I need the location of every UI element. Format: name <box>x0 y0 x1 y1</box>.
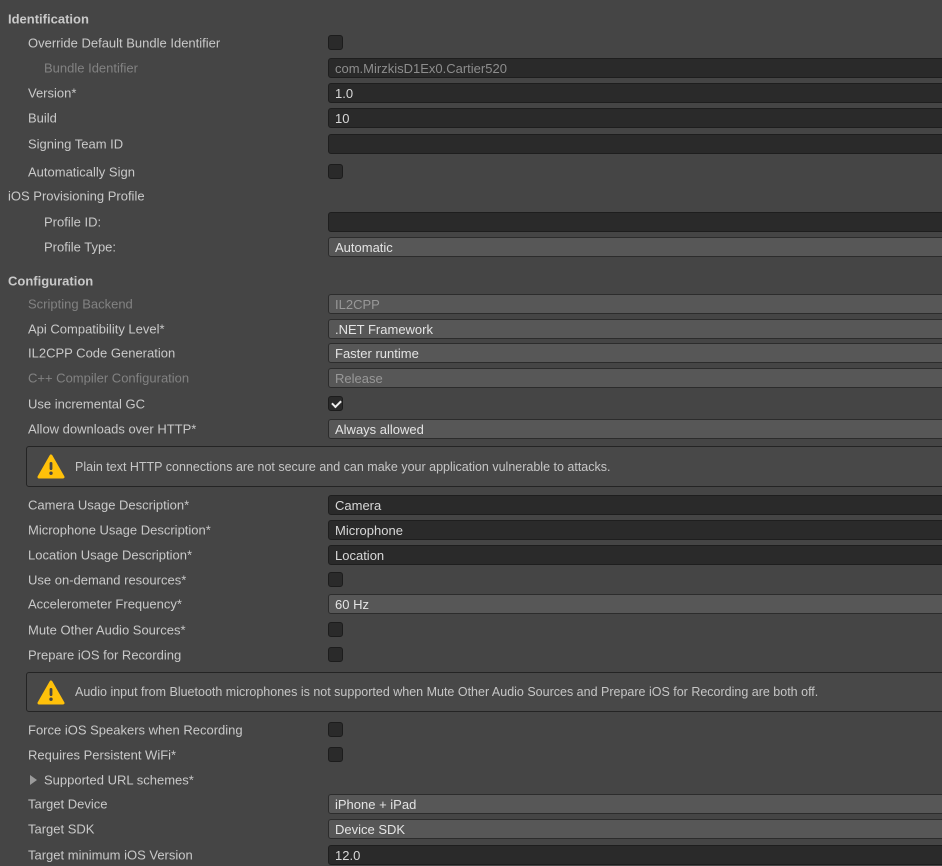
http-warning-box: Plain text HTTP connections are not secu… <box>26 446 942 487</box>
ios-player-settings-panel: Identification Override Default Bundle I… <box>0 0 942 866</box>
warning-triangle-icon <box>37 454 65 479</box>
api-compatibility-level-label: Api Compatibility Level* <box>28 322 165 337</box>
target-sdk-label: Target SDK <box>28 822 94 837</box>
use-incremental-gc-label: Use incremental GC <box>28 397 145 412</box>
profile-id-field[interactable] <box>328 212 942 232</box>
supported-url-schemes-label: Supported URL schemes* <box>44 773 194 788</box>
profile-type-dropdown[interactable]: Automatic <box>328 237 942 257</box>
row-allow-downloads-over-http: Allow downloads over HTTP* Always allowe… <box>0 419 942 439</box>
requires-persistent-wifi-label: Requires Persistent WiFi* <box>28 748 176 763</box>
override-default-bundle-identifier-checkbox[interactable] <box>328 35 343 50</box>
allow-downloads-over-http-label: Allow downloads over HTTP* <box>28 422 196 437</box>
version-label: Version* <box>28 86 76 101</box>
target-minimum-ios-version-label: Target minimum iOS Version <box>28 848 193 863</box>
row-signing-team-id: Signing Team ID <box>0 134 942 154</box>
row-profile-type: Profile Type: Automatic <box>0 237 942 257</box>
row-target-minimum-ios-version: Target minimum iOS Version 12.0 <box>0 845 942 865</box>
row-profile-id: Profile ID: <box>0 212 942 232</box>
build-label: Build <box>28 111 57 126</box>
row-target-sdk: Target SDK Device SDK <box>0 819 942 839</box>
il2cpp-code-generation-dropdown[interactable]: Faster runtime <box>328 343 942 363</box>
automatically-sign-label: Automatically Sign <box>28 165 135 180</box>
row-build: Build 10 <box>0 108 942 128</box>
row-ios-provisioning-profile: iOS Provisioning Profile <box>0 186 942 206</box>
use-on-demand-resources-checkbox[interactable] <box>328 572 343 587</box>
api-compatibility-level-dropdown[interactable]: .NET Framework <box>328 319 942 339</box>
row-mute-other-audio-sources: Mute Other Audio Sources* <box>0 620 942 640</box>
cpp-compiler-configuration-dropdown: Release <box>328 368 942 388</box>
accelerometer-frequency-dropdown[interactable]: 60 Hz <box>328 594 942 614</box>
il2cpp-code-generation-label: IL2CPP Code Generation <box>28 346 175 361</box>
profile-id-label: Profile ID: <box>44 215 101 230</box>
mute-other-audio-sources-checkbox[interactable] <box>328 622 343 637</box>
force-ios-speakers-when-recording-label: Force iOS Speakers when Recording <box>28 723 243 738</box>
row-bundle-identifier: Bundle Identifier com.MirzkisD1Ex0.Carti… <box>0 58 942 78</box>
bluetooth-audio-warning-text: Audio input from Bluetooth microphones i… <box>75 685 818 699</box>
row-accelerometer-frequency: Accelerometer Frequency* 60 Hz <box>0 594 942 614</box>
foldout-arrow-icon[interactable] <box>30 775 37 785</box>
target-sdk-dropdown[interactable]: Device SDK <box>328 819 942 839</box>
section-configuration: Configuration <box>0 271 942 291</box>
row-requires-persistent-wifi: Requires Persistent WiFi* <box>0 745 942 765</box>
scripting-backend-dropdown: IL2CPP <box>328 294 942 314</box>
microphone-usage-description-field[interactable]: Microphone <box>328 520 942 540</box>
microphone-usage-description-label: Microphone Usage Description* <box>28 523 211 538</box>
accelerometer-frequency-label: Accelerometer Frequency* <box>28 597 182 612</box>
row-automatically-sign: Automatically Sign <box>0 162 942 182</box>
allow-downloads-over-http-dropdown[interactable]: Always allowed <box>328 419 942 439</box>
bundle-identifier-field: com.MirzkisD1Ex0.Cartier520 <box>328 58 942 78</box>
profile-type-label: Profile Type: <box>44 240 116 255</box>
camera-usage-description-field[interactable]: Camera <box>328 495 942 515</box>
target-minimum-ios-version-field[interactable]: 12.0 <box>328 845 942 865</box>
target-device-dropdown[interactable]: iPhone + iPad <box>328 794 942 814</box>
signing-team-id-field[interactable] <box>328 134 942 154</box>
row-location-usage-description: Location Usage Description* Location <box>0 545 942 565</box>
version-field[interactable]: 1.0 <box>328 83 942 103</box>
force-ios-speakers-when-recording-checkbox[interactable] <box>328 722 343 737</box>
row-camera-usage-description: Camera Usage Description* Camera <box>0 495 942 515</box>
row-scripting-backend: Scripting Backend IL2CPP <box>0 294 942 314</box>
row-prepare-ios-for-recording: Prepare iOS for Recording <box>0 645 942 665</box>
location-usage-description-field[interactable]: Location <box>328 545 942 565</box>
target-device-label: Target Device <box>28 797 107 812</box>
warning-triangle-icon <box>37 680 65 705</box>
ios-provisioning-profile-label: iOS Provisioning Profile <box>8 189 145 204</box>
use-incremental-gc-checkbox[interactable] <box>328 396 343 411</box>
prepare-ios-for-recording-checkbox[interactable] <box>328 647 343 662</box>
use-on-demand-resources-label: Use on-demand resources* <box>28 573 186 588</box>
override-default-bundle-identifier-label: Override Default Bundle Identifier <box>28 36 220 51</box>
section-identification: Identification <box>0 9 942 29</box>
build-field[interactable]: 10 <box>328 108 942 128</box>
prepare-ios-for-recording-label: Prepare iOS for Recording <box>28 648 181 663</box>
row-supported-url-schemes[interactable]: Supported URL schemes* <box>0 770 942 790</box>
http-warning-text: Plain text HTTP connections are not secu… <box>75 460 610 474</box>
camera-usage-description-label: Camera Usage Description* <box>28 498 189 513</box>
row-force-ios-speakers-when-recording: Force iOS Speakers when Recording <box>0 720 942 740</box>
scripting-backend-label: Scripting Backend <box>28 297 133 312</box>
bluetooth-audio-warning-box: Audio input from Bluetooth microphones i… <box>26 672 942 712</box>
row-version: Version* 1.0 <box>0 83 942 103</box>
signing-team-id-label: Signing Team ID <box>28 137 123 152</box>
row-use-incremental-gc: Use incremental GC <box>0 394 942 414</box>
row-use-on-demand-resources: Use on-demand resources* <box>0 570 942 590</box>
row-target-device: Target Device iPhone + iPad <box>0 794 942 814</box>
location-usage-description-label: Location Usage Description* <box>28 548 192 563</box>
row-microphone-usage-description: Microphone Usage Description* Microphone <box>0 520 942 540</box>
row-override-default-bundle-identifier: Override Default Bundle Identifier <box>0 33 942 53</box>
row-il2cpp-code-generation: IL2CPP Code Generation Faster runtime <box>0 343 942 363</box>
automatically-sign-checkbox[interactable] <box>328 164 343 179</box>
row-api-compatibility-level: Api Compatibility Level* .NET Framework <box>0 319 942 339</box>
bundle-identifier-label: Bundle Identifier <box>44 61 138 76</box>
requires-persistent-wifi-checkbox[interactable] <box>328 747 343 762</box>
identification-section-title: Identification <box>8 12 89 27</box>
configuration-section-title: Configuration <box>8 274 93 289</box>
row-cpp-compiler-configuration: C++ Compiler Configuration Release <box>0 368 942 388</box>
mute-other-audio-sources-label: Mute Other Audio Sources* <box>28 623 186 638</box>
cpp-compiler-configuration-label: C++ Compiler Configuration <box>28 371 189 386</box>
